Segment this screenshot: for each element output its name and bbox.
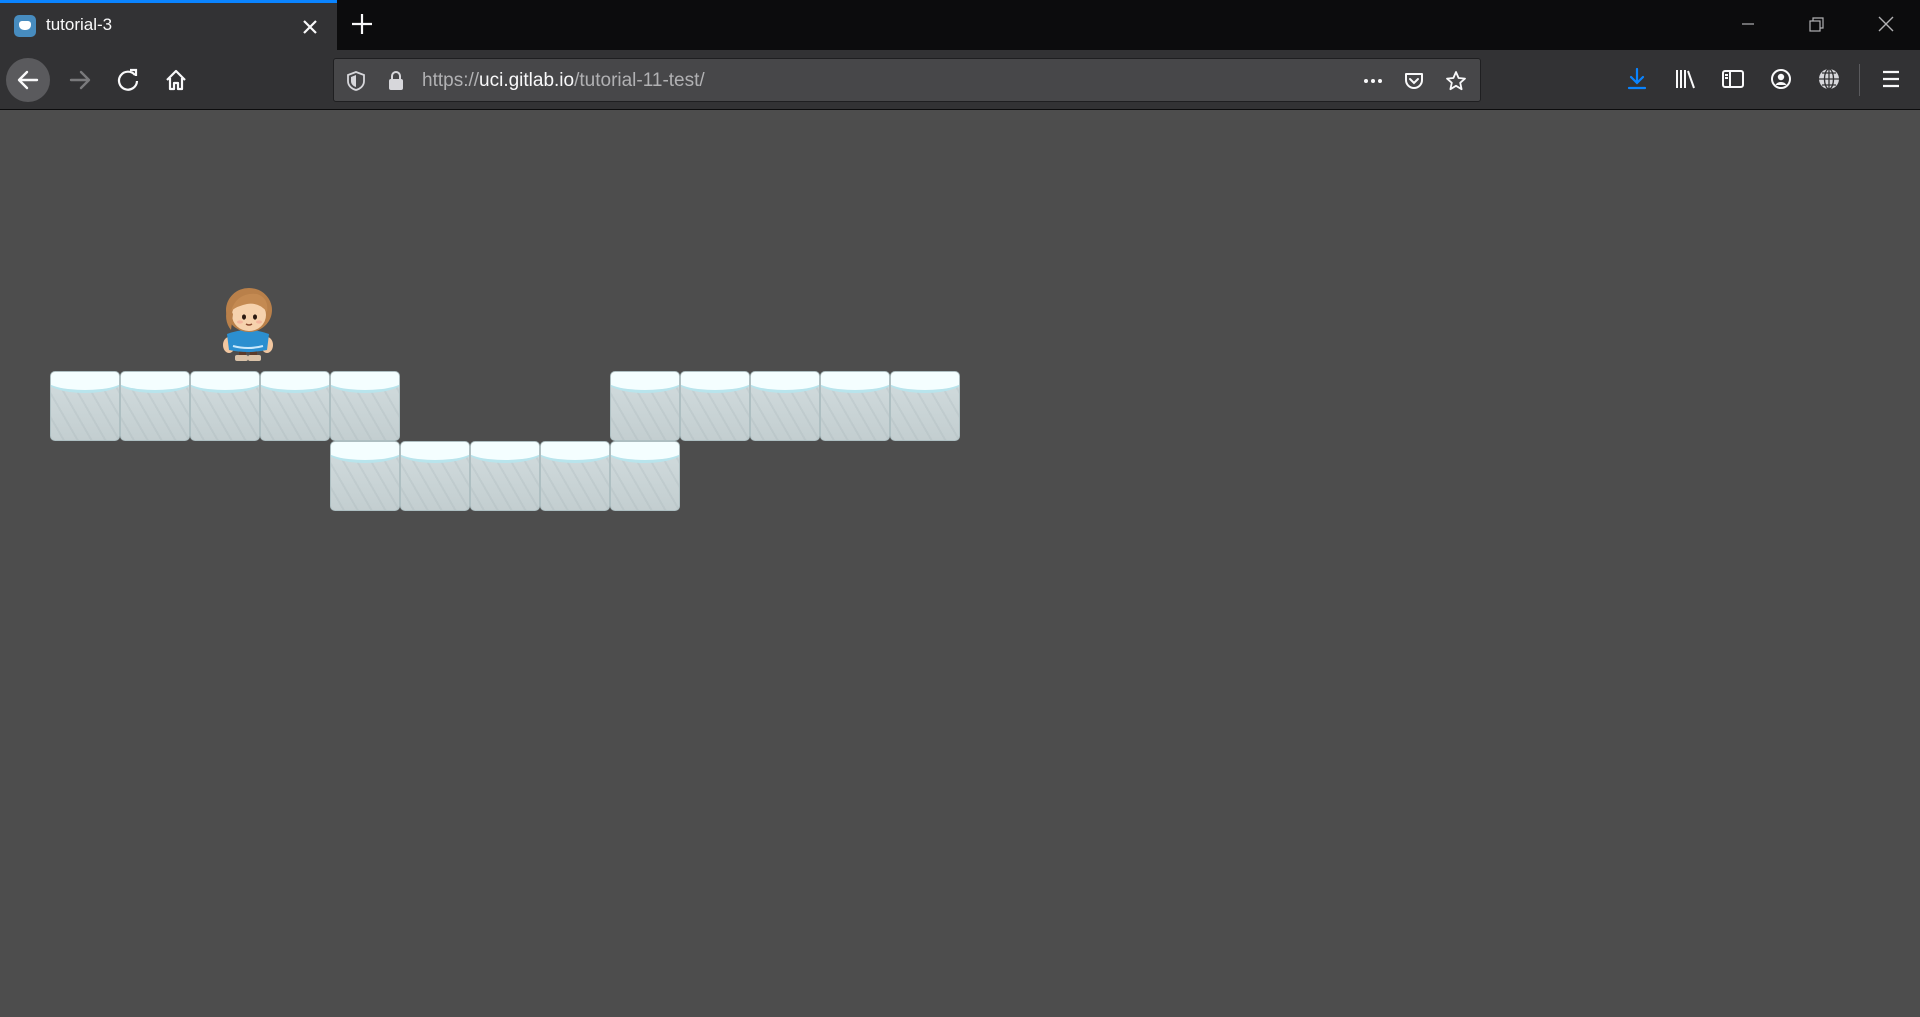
snow-tile <box>540 441 610 511</box>
sidebar-icon[interactable] <box>1718 64 1748 94</box>
library-icon[interactable] <box>1670 64 1700 94</box>
navigation-toolbar: https://uci.gitlab.io/tutorial-11-test/ <box>0 50 1920 110</box>
star-icon[interactable] <box>1444 69 1468 93</box>
snow-tile <box>610 441 680 511</box>
player-character <box>213 284 283 364</box>
restore-icon[interactable] <box>1782 0 1850 50</box>
url-host: uci.gitlab.io <box>479 70 575 91</box>
home-icon[interactable] <box>154 58 198 102</box>
game-canvas[interactable] <box>0 111 1920 1017</box>
snow-tile <box>400 441 470 511</box>
download-icon[interactable] <box>1622 64 1652 94</box>
snow-tile <box>470 441 540 511</box>
more-icon[interactable] <box>1361 69 1385 93</box>
lock-icon[interactable] <box>384 69 408 93</box>
hamburger-menu-icon[interactable] <box>1876 64 1906 94</box>
snow-tile <box>750 371 820 441</box>
url-bar[interactable]: https://uci.gitlab.io/tutorial-11-test/ <box>333 58 1481 102</box>
snow-tile <box>330 441 400 511</box>
pocket-icon[interactable] <box>1402 69 1426 93</box>
tab-title: tutorial-3 <box>46 15 113 34</box>
snow-tile <box>820 371 890 441</box>
plus-icon[interactable] <box>345 7 379 41</box>
close-icon[interactable] <box>296 13 324 41</box>
minimize-icon[interactable] <box>1714 0 1782 50</box>
snow-tile <box>120 371 190 441</box>
url-text[interactable]: https://uci.gitlab.io/tutorial-11-test/ <box>422 70 705 92</box>
snow-tile <box>330 371 400 441</box>
toolbar-separator <box>1859 64 1860 96</box>
url-scheme: https:// <box>422 70 480 91</box>
snow-tile <box>610 371 680 441</box>
arrow-left-icon[interactable] <box>6 58 50 102</box>
shield-icon[interactable] <box>344 69 368 93</box>
reload-icon[interactable] <box>106 58 150 102</box>
arrow-right-icon[interactable] <box>58 58 102 102</box>
tab-tutorial-3[interactable]: tutorial-3 <box>0 0 337 50</box>
tab-strip: tutorial-3 <box>0 0 1920 50</box>
godot-icon <box>14 15 36 37</box>
url-path: /tutorial-11-test/ <box>574 70 705 91</box>
close-icon[interactable] <box>1852 0 1920 50</box>
snow-tile <box>680 371 750 441</box>
snow-tile <box>260 371 330 441</box>
snow-tile <box>190 371 260 441</box>
snow-tile <box>50 371 120 441</box>
snow-tile <box>890 371 960 441</box>
account-icon[interactable] <box>1766 64 1796 94</box>
globe-icon[interactable] <box>1814 64 1844 94</box>
